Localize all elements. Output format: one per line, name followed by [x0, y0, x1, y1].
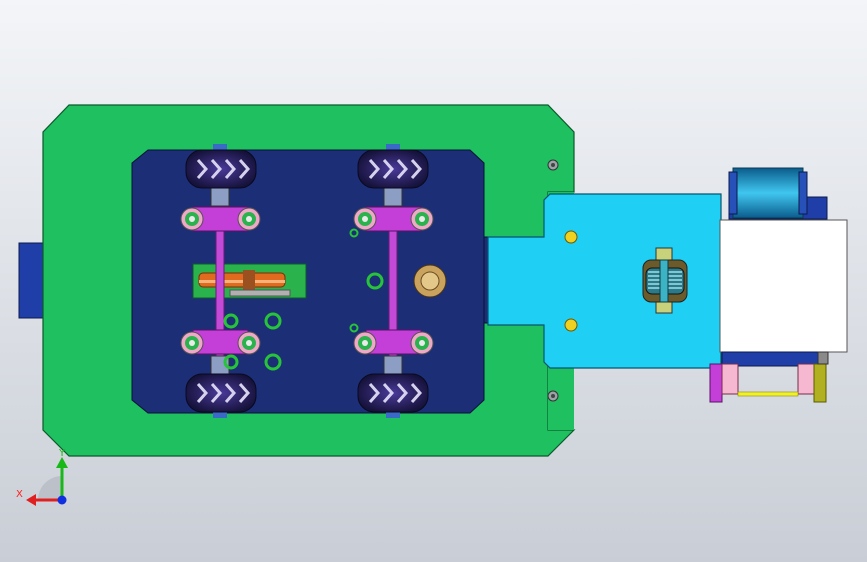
drive-motor[interactable]: [728, 167, 828, 220]
gear-assembly[interactable]: [192, 263, 307, 299]
center-bearing[interactable]: [413, 264, 447, 298]
side-motor-tab[interactable]: [18, 242, 46, 319]
triad-x-label: X: [16, 489, 23, 500]
coordinate-triad: X Y: [16, 448, 68, 506]
wheel-rear-left[interactable]: [185, 373, 257, 418]
cad-viewport[interactable]: X Y: [0, 0, 867, 562]
triad-y-label: Y: [58, 448, 66, 459]
wheel-front-left[interactable]: [185, 144, 257, 189]
assembly-top-view[interactable]: X Y: [0, 0, 867, 562]
caster-assembly[interactable]: [709, 351, 829, 403]
motor-box[interactable]: [719, 219, 848, 353]
wheel-rear-right[interactable]: [357, 373, 429, 418]
wheel-front-right[interactable]: [357, 144, 429, 189]
